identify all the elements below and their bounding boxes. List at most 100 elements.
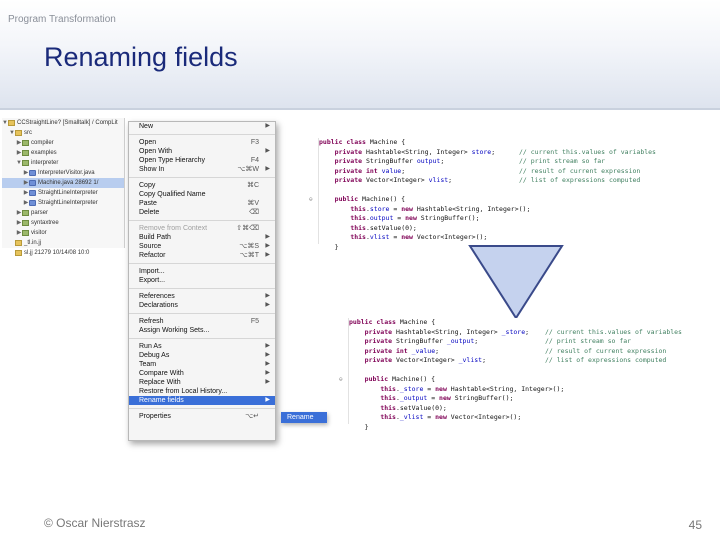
menu-item-refactor[interactable]: Refactor ⌥⌘T ▶ <box>129 251 275 260</box>
menu-item-label: Remove from Context <box>139 225 208 232</box>
menu-item-label: Copy <box>139 182 156 189</box>
menu-item-open-with[interactable]: Open With ▶ <box>129 147 275 156</box>
code-keyword: new <box>401 204 413 213</box>
code-keyword: new <box>435 384 447 393</box>
menu-item-run-as[interactable]: Run As ▶ <box>129 342 275 351</box>
menu-item-restore-from-local-history[interactable]: Restore from Local History... <box>129 387 275 396</box>
menu-shortcut: ⌥⌘S <box>239 243 259 250</box>
menu-item-new[interactable]: New ▶ <box>129 122 275 131</box>
code-line: private int value; // result of current e… <box>319 167 675 177</box>
package-icon <box>22 140 29 146</box>
tree-item[interactable]: ▶ StraightLineInterpreter <box>2 188 124 198</box>
menu-item-label: Import... <box>139 268 165 275</box>
context-menu: New ▶ Open F3 Open With ▶ Open Type Hierarchy F… <box>128 121 276 441</box>
tree-item[interactable]: ▼ interpreter <box>2 158 124 168</box>
menu-shortcut: ⌥↵ <box>245 413 259 420</box>
code-line: private int _value; // result of current … <box>349 347 675 357</box>
submenu-arrow-icon: ▶ <box>265 293 270 299</box>
tree-item[interactable]: ▶ syntaxtree <box>2 218 124 228</box>
menu-item-assign-working-sets[interactable]: Assign Working Sets... <box>129 326 275 335</box>
tree-item[interactable]: ▼ CCStraightLine? [Smalltalk] / CompLit <box>2 118 124 128</box>
menu-item-label: Assign Working Sets... <box>139 327 210 334</box>
package-icon <box>22 160 29 166</box>
code-keyword: private int <box>364 346 408 355</box>
fold-icon[interactable]: ⊖ <box>309 195 313 205</box>
menu-shortcut: ⌘V <box>247 200 259 207</box>
tree-item-label: CCStraightLine? [Smalltalk] / CompLit <box>17 120 118 126</box>
package-icon <box>22 230 29 236</box>
menu-item-copy-qualified-name[interactable]: Copy Qualified Name <box>129 190 275 199</box>
code-text: Vector<Integer>(); <box>412 233 488 241</box>
tree-item-label: StraightLineInterpreter <box>38 200 98 206</box>
menu-item-compare-with[interactable]: Compare With ▶ <box>129 369 275 378</box>
menu-item-source[interactable]: Source ⌥⌘S ▶ <box>129 242 275 251</box>
submenu-arrow-icon: ▶ <box>265 148 270 154</box>
code-line: this.output = new StringBuffer(); <box>319 214 675 224</box>
code-line: this.store = new Hashtable<String, Integ… <box>319 205 675 215</box>
code-text: Vector<Integer> <box>392 356 459 364</box>
submenu-rename[interactable]: Rename <box>281 412 327 423</box>
menu-item-references[interactable]: References ▶ <box>129 292 275 301</box>
code-line: private Vector<Integer> _vlist; // list o… <box>349 356 675 366</box>
menu-item-build-path[interactable]: Build Path ▶ <box>129 233 275 242</box>
code-keyword: private <box>364 356 393 364</box>
menu-item-delete[interactable]: Delete ⌫ <box>129 208 275 217</box>
menu-item-remove-from-context: Remove from Context ⇧⌘⌫ <box>129 224 275 233</box>
tree-item[interactable]: _tl.in.jj <box>2 238 124 248</box>
menu-item-paste[interactable]: Paste ⌘V <box>129 199 275 208</box>
code-text: Machine() { <box>388 375 436 383</box>
menu-separator <box>129 177 275 178</box>
menu-item-declarations[interactable]: Declarations ▶ <box>129 301 275 310</box>
menu-item-replace-with[interactable]: Replace With ▶ <box>129 378 275 387</box>
menu-item-debug-as[interactable]: Debug As ▶ <box>129 351 275 360</box>
tree-item[interactable]: ▶ StraightLineInterpreter <box>2 198 124 208</box>
tree-item[interactable]: ▶ parser <box>2 208 124 218</box>
code-text: ; <box>474 337 479 345</box>
code-text: = <box>389 233 402 241</box>
tree-item[interactable]: sl.jj 21279 10/14/08 10:0 <box>2 248 124 258</box>
submenu-arrow-icon: ▶ <box>265 302 270 308</box>
code-keyword: private int <box>334 166 378 175</box>
menu-item-open[interactable]: Open F3 <box>129 138 275 147</box>
tree-item[interactable]: ▶ examples <box>2 148 124 158</box>
tree-item[interactable]: ▼ src <box>2 128 124 138</box>
code-line: } <box>349 423 675 433</box>
menu-shortcut: F5 <box>250 318 259 325</box>
menu-item-refresh[interactable]: Refresh F5 <box>129 317 275 326</box>
menu-item-properties[interactable]: Properties ⌥↵ <box>129 412 275 421</box>
menu-item-label: Open Type Hierarchy <box>139 157 206 164</box>
folder-icon <box>15 130 22 136</box>
fold-icon[interactable]: ⊖ <box>339 375 343 385</box>
folder-icon <box>8 120 15 126</box>
menu-item-label: Refresh <box>139 318 164 325</box>
submenu-arrow-icon: ▶ <box>265 166 270 172</box>
menu-separator <box>129 263 275 264</box>
page-number: 45 <box>688 518 702 532</box>
tree-item[interactable]: ▶ compiler <box>2 138 124 148</box>
menu-item-label: Open <box>139 139 157 146</box>
menu-item-copy[interactable]: Copy ⌘C <box>129 181 275 190</box>
code-field: _vlist <box>399 413 424 421</box>
menu-item-open-type-hierarchy[interactable]: Open Type Hierarchy F4 <box>129 156 275 165</box>
menu-item-import[interactable]: Import... <box>129 267 275 276</box>
code-line: private Vector<Integer> vlist; // list of… <box>319 176 675 186</box>
menu-item-team[interactable]: Team ▶ <box>129 360 275 369</box>
tree-item[interactable]: ▶ Machine.java 28692 1/ <box>2 178 124 188</box>
tree-item[interactable]: ▶ InterpreterVisitor.java <box>2 168 124 178</box>
code-field: output <box>369 214 394 222</box>
tree-item[interactable]: ▶ visitor <box>2 228 124 238</box>
menu-item-export[interactable]: Export... <box>129 276 275 285</box>
code-text: Machine { <box>395 318 436 326</box>
menu-item-label: Team <box>139 361 157 368</box>
menu-item-show-in[interactable]: Show In ⌥⌘W ▶ <box>129 165 275 174</box>
code-field: store <box>369 204 390 213</box>
menu-item-label: References <box>139 293 175 300</box>
menu-item-rename-fields[interactable]: Rename fields ▶ <box>129 396 275 405</box>
